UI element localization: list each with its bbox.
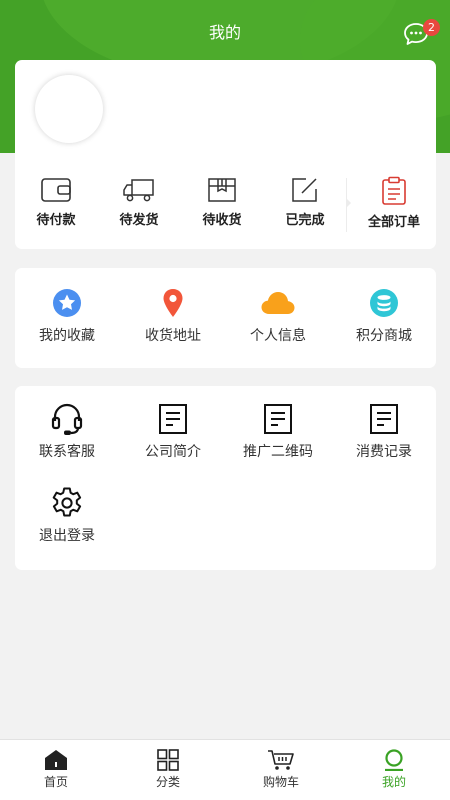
cart-icon <box>268 750 294 770</box>
tool-label: 消费记录 <box>356 444 412 460</box>
profile-info-item[interactable]: 个人信息 <box>228 288 328 345</box>
favorites-item[interactable]: 我的收藏 <box>17 288 117 345</box>
order-label: 已完成 <box>285 213 325 228</box>
tab-cart[interactable]: 购物车 <box>225 740 337 800</box>
box-icon <box>208 178 236 202</box>
order-label: 全部订单 <box>367 215 420 230</box>
tools-card: 联系客服 公司简介 推广二维码 消费记录 退出登录 <box>15 386 436 570</box>
tool-label: 公司简介 <box>145 444 201 460</box>
clipboard-icon <box>382 176 406 205</box>
profile-orders-card: 待付款 待发货 待收货 已完成 全部订单 <box>15 60 436 249</box>
services-card: 我的收藏 收货地址 个人信息 积分商城 <box>15 268 436 368</box>
tool-label: 退出登录 <box>39 528 95 544</box>
promo-qrcode-item[interactable]: 推广二维码 <box>228 402 328 461</box>
user-icon <box>385 749 403 771</box>
order-pending-payment[interactable]: 待付款 <box>15 176 97 236</box>
headset-icon <box>51 403 83 435</box>
service-label: 个人信息 <box>250 328 306 344</box>
tab-mine[interactable]: 我的 <box>338 740 450 800</box>
customer-service-item[interactable]: 联系客服 <box>17 402 117 461</box>
avatar[interactable] <box>35 75 103 143</box>
document-icon <box>264 404 292 434</box>
page-title: 我的 <box>208 23 241 42</box>
grid-icon <box>157 749 179 771</box>
order-label: 待付款 <box>36 213 76 228</box>
logout-item[interactable]: 退出登录 <box>17 486 117 545</box>
address-item[interactable]: 收货地址 <box>123 288 223 345</box>
tab-category[interactable]: 分类 <box>112 740 224 800</box>
service-label: 积分商城 <box>356 328 412 344</box>
company-intro-item[interactable]: 公司简介 <box>123 402 223 461</box>
home-icon <box>45 750 67 770</box>
message-badge: 2 <box>423 19 440 36</box>
truck-icon <box>123 179 154 202</box>
order-completed[interactable]: 已完成 <box>264 176 346 236</box>
consumption-record-item[interactable]: 消费记录 <box>334 402 434 461</box>
database-icon <box>370 289 398 317</box>
divider <box>346 198 351 208</box>
tab-label: 购物车 <box>262 775 299 789</box>
tool-label: 联系客服 <box>39 444 95 460</box>
points-mall-item[interactable]: 积分商城 <box>334 288 434 345</box>
tab-label: 首页 <box>43 775 68 789</box>
order-label: 待收货 <box>202 213 242 228</box>
tab-label: 分类 <box>155 775 180 789</box>
tab-home[interactable]: 首页 <box>0 740 112 800</box>
order-pending-shipment[interactable]: 待发货 <box>98 176 180 236</box>
gear-icon <box>52 487 82 517</box>
order-all[interactable]: 全部订单 <box>353 176 435 236</box>
wallet-icon <box>41 178 71 202</box>
document-icon <box>370 404 398 434</box>
location-pin-icon <box>163 289 183 317</box>
order-label: 待发货 <box>119 213 159 228</box>
star-icon <box>53 289 81 317</box>
tab-label: 我的 <box>381 775 406 789</box>
tool-label: 推广二维码 <box>243 444 313 460</box>
document-icon <box>159 404 187 434</box>
edit-icon <box>292 178 317 202</box>
bottom-tabbar: 首页 分类 购物车 我的 <box>0 739 450 800</box>
service-label: 收货地址 <box>145 328 201 344</box>
service-label: 我的收藏 <box>39 328 95 344</box>
cloud-icon <box>261 292 295 314</box>
order-pending-receipt[interactable]: 待收货 <box>181 176 263 236</box>
